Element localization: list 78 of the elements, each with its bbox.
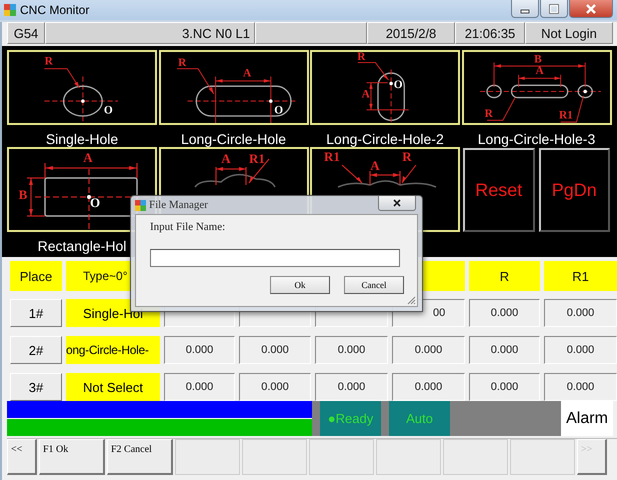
diagram-panel[interactable]: R O <box>7 50 157 125</box>
function-key[interactable]: F2 Cancel <box>107 439 173 475</box>
dimension-label: R1 <box>558 110 572 122</box>
close-icon <box>393 199 401 207</box>
place-button[interactable]: 1# <box>10 299 62 327</box>
value-field[interactable]: 0.000 <box>544 336 617 364</box>
dimension-label: R <box>357 50 366 63</box>
value-field[interactable]: 0.000 <box>164 373 235 401</box>
app-icon <box>4 4 16 16</box>
place-button[interactable]: 3# <box>10 373 62 401</box>
file-name-field[interactable] <box>150 249 400 267</box>
value-field[interactable]: 0.000 <box>469 299 540 327</box>
close-icon <box>586 4 596 14</box>
value-field[interactable]: 0.000 <box>392 373 465 401</box>
dimension-label: A <box>370 158 380 173</box>
shape-button[interactable]: Reset <box>463 148 534 232</box>
dimension-label: B <box>534 54 542 66</box>
dimension-label: R1 <box>324 149 340 164</box>
shape-caption: Rectangle-Hol <box>38 238 126 254</box>
ok-button[interactable]: Ok <box>270 276 330 294</box>
dimension-label: O <box>90 195 100 210</box>
column-header: Place <box>10 261 62 291</box>
shape-caption: Long-Circle-Hole-2 <box>326 131 444 147</box>
dimension-label: A <box>242 68 251 80</box>
shape-caption: Single-Hole <box>46 131 118 147</box>
dimension-label: A <box>535 64 544 77</box>
dimension-label: A <box>220 151 230 166</box>
dimension-label: B <box>18 187 28 202</box>
program-label: 3.NC N0 L1 <box>45 22 255 44</box>
dimension-label: R <box>44 55 53 68</box>
value-field[interactable]: 0.000 <box>239 373 311 401</box>
dimension-label: O <box>274 104 283 116</box>
column-header: R1 <box>544 261 617 291</box>
hole-drawing <box>357 62 410 125</box>
dimension-label: R <box>178 57 186 70</box>
place-button[interactable]: 2# <box>10 336 62 364</box>
value-field[interactable]: 0.000 <box>164 336 235 364</box>
value-field[interactable]: 0.000 <box>315 373 388 401</box>
value-field[interactable]: 0.000 <box>315 336 388 364</box>
shape-button[interactable]: PgDn <box>538 148 610 232</box>
hole-type: Not Select <box>66 373 160 401</box>
shape-caption: Long-Circle-Hole-3 <box>478 131 596 147</box>
window-title: CNC Monitor <box>20 3 90 17</box>
maximize-icon <box>549 4 559 14</box>
coordinate-label: G54 <box>7 22 45 44</box>
alarm-indicator: Alarm <box>561 401 613 436</box>
value-field[interactable]: 0.000 <box>469 336 540 364</box>
value-field[interactable]: 0.000 <box>392 336 465 364</box>
maximize-button[interactable] <box>540 0 568 18</box>
column-header: R <box>469 261 540 291</box>
value-field[interactable]: 0.000 <box>469 373 540 401</box>
dimension-label: O <box>104 104 113 116</box>
time-label: 21:06:35 <box>455 22 525 44</box>
resize-grip-icon[interactable] <box>406 295 416 305</box>
mode-indicator: Auto <box>389 401 450 436</box>
dimension-label: O <box>394 78 403 91</box>
value-field[interactable]: 0.000 <box>544 299 617 327</box>
cancel-button[interactable]: Cancel <box>344 276 404 294</box>
diagram-panel[interactable]: R A O <box>158 50 308 125</box>
diagram-panel[interactable]: R A O <box>310 50 460 125</box>
dimension-label: R1 <box>248 151 264 166</box>
dimension-label: R <box>484 108 492 120</box>
dimension-label: R <box>402 149 412 164</box>
login-status: Not Login <box>525 22 613 44</box>
hole-type: ong-Circle-Hole- <box>66 336 160 364</box>
app-icon <box>135 200 146 210</box>
date-label: 2015/2/8 <box>367 22 455 44</box>
ready-indicator: ●Ready <box>320 401 381 436</box>
minimize-button[interactable] <box>511 0 539 18</box>
function-key[interactable]: F1 Ok <box>39 439 105 475</box>
nav-button[interactable]: << <box>7 439 37 475</box>
value-field[interactable]: 0.000 <box>544 373 617 401</box>
dimension-label: A <box>83 150 93 165</box>
shape-caption: Long-Circle-Hole <box>180 131 286 147</box>
value-field[interactable]: 0.000 <box>239 336 311 364</box>
dimension-label: A <box>362 88 370 101</box>
diagram-panel[interactable]: B A R R1 <box>462 50 612 125</box>
close-button[interactable] <box>378 196 416 211</box>
